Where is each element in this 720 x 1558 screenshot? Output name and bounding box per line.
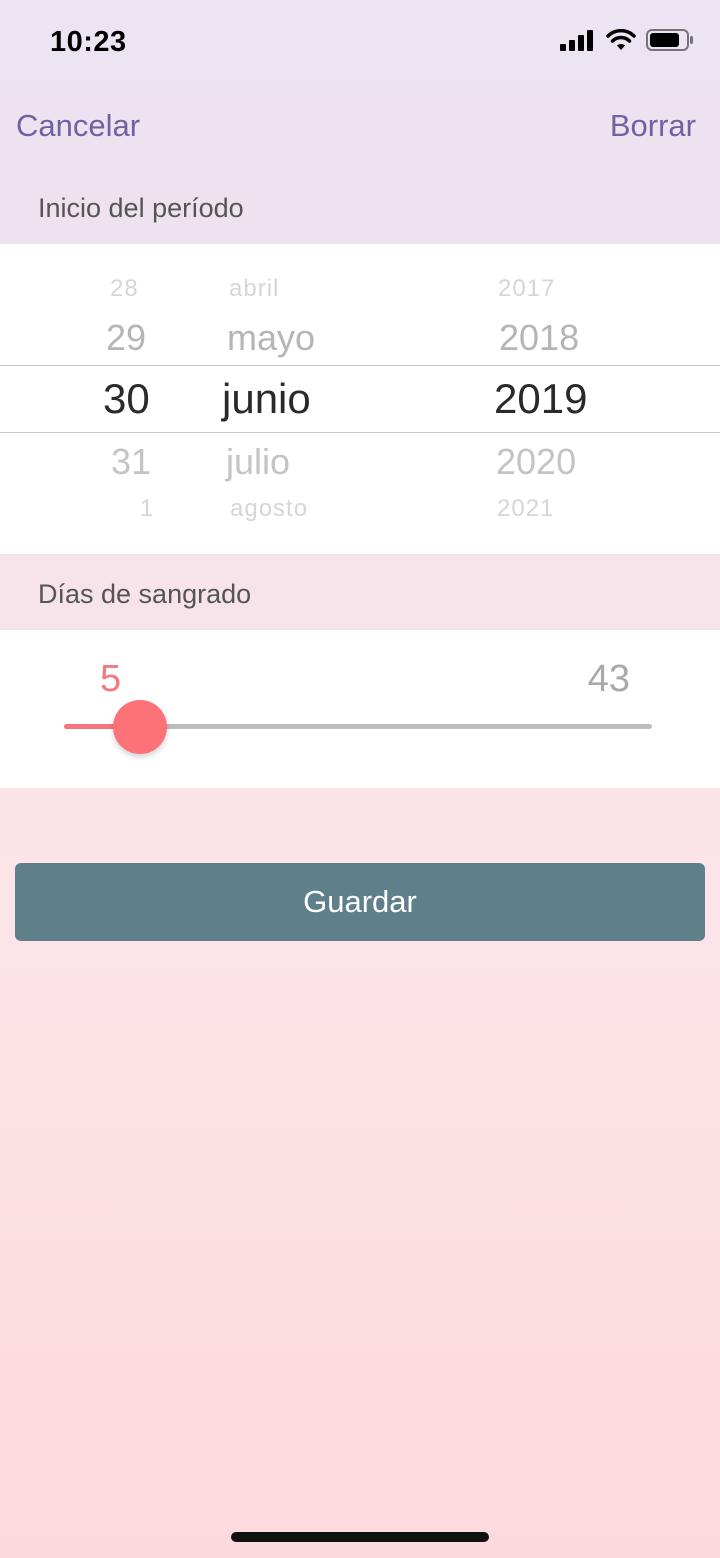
picker-selected-year[interactable]: 2019 — [494, 375, 587, 423]
bleeding-days-label: Días de sangrado — [38, 579, 252, 609]
date-picker[interactable]: 28 abril 2017 29 mayo 2018 30 junio 2019… — [0, 244, 720, 554]
picker-selection-top-line — [0, 365, 720, 366]
status-icons — [560, 28, 694, 52]
nav-bar: Cancelar Borrar — [0, 100, 720, 156]
slider-max-value: 43 — [587, 658, 630, 700]
bleeding-days-panel: 5 43 — [0, 630, 720, 788]
home-indicator — [231, 1532, 489, 1542]
status-bar: 10:23 — [0, 0, 720, 90]
picker-day[interactable]: 1 — [140, 495, 154, 523]
status-time: 10:23 — [50, 26, 127, 58]
picker-year[interactable]: 2017 — [498, 275, 555, 303]
picker-month[interactable]: mayo — [227, 317, 315, 359]
save-button[interactable]: Guardar — [15, 863, 705, 941]
picker-month[interactable]: abril — [229, 275, 279, 303]
period-start-label: Inicio del período — [38, 193, 244, 223]
picker-day[interactable]: 29 — [106, 317, 146, 359]
picker-month[interactable]: julio — [226, 441, 290, 483]
cellular-signal-icon — [560, 30, 593, 51]
wifi-icon — [606, 29, 636, 50]
picker-selected-day[interactable]: 30 — [103, 375, 150, 423]
picker-month[interactable]: agosto — [230, 495, 308, 523]
slider-thumb[interactable] — [113, 700, 168, 754]
picker-day[interactable]: 31 — [111, 441, 151, 483]
battery-icon — [646, 29, 693, 51]
picker-selected-month[interactable]: junio — [222, 375, 311, 423]
picker-day[interactable]: 28 — [110, 275, 139, 303]
clear-button[interactable]: Borrar — [610, 108, 696, 144]
picker-year[interactable]: 2018 — [499, 317, 579, 359]
slider-value: 5 — [100, 658, 122, 700]
picker-selection-bottom-line — [0, 432, 720, 433]
cancel-button[interactable]: Cancelar — [16, 108, 140, 144]
picker-year[interactable]: 2020 — [496, 441, 576, 483]
picker-year[interactable]: 2021 — [497, 495, 554, 523]
